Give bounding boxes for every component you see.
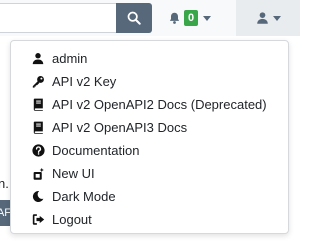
search-icon <box>127 11 141 25</box>
search-button[interactable] <box>116 3 152 33</box>
menu-item-label: admin <box>52 51 88 66</box>
question-circle-icon <box>31 144 45 158</box>
notifications-toggle[interactable]: 0 <box>168 6 212 30</box>
book-icon <box>31 121 45 135</box>
search-input[interactable] <box>0 3 116 33</box>
sign-out-icon <box>31 213 45 227</box>
menu-item-documentation[interactable]: Documentation <box>11 139 288 162</box>
chevron-down-icon <box>272 15 281 21</box>
menu-item-label: New UI <box>52 166 95 181</box>
menu-item-openapi2-docs[interactable]: API v2 OpenAPI2 Docs (Deprecated) <box>11 93 288 116</box>
menu-item-label: API v2 OpenAPI3 Docs <box>52 120 188 135</box>
user-dropdown-menu: admin API v2 Key API v2 OpenAPI2 Docs (D… <box>10 40 289 234</box>
menu-item-label: Logout <box>52 212 92 227</box>
user-icon <box>256 11 269 25</box>
bell-icon <box>168 11 181 25</box>
background-text: n. <box>0 176 9 191</box>
menu-item-label: API v2 Key <box>52 74 117 89</box>
chevron-down-icon <box>203 15 212 21</box>
notifications-count-badge: 0 <box>184 10 199 26</box>
menu-item-dark-mode[interactable]: Dark Mode <box>11 185 288 208</box>
moon-icon <box>31 190 45 204</box>
new-ui-icon <box>31 167 45 181</box>
menu-item-label: API v2 OpenAPI2 Docs (Deprecated) <box>52 97 267 112</box>
menu-item-logout[interactable]: Logout <box>11 208 288 231</box>
book-icon <box>31 98 45 112</box>
top-navbar: 0 <box>0 0 300 36</box>
user-icon <box>31 52 45 66</box>
menu-item-label: Dark Mode <box>52 189 116 204</box>
menu-item-label: Documentation <box>52 143 140 158</box>
menu-item-api-key[interactable]: API v2 Key <box>11 70 288 93</box>
menu-item-openapi3-docs[interactable]: API v2 OpenAPI3 Docs <box>11 116 288 139</box>
user-menu-toggle[interactable] <box>236 0 300 36</box>
key-icon <box>31 75 45 89</box>
menu-item-new-ui[interactable]: New UI <box>11 162 288 185</box>
menu-item-admin[interactable]: admin <box>11 47 288 70</box>
